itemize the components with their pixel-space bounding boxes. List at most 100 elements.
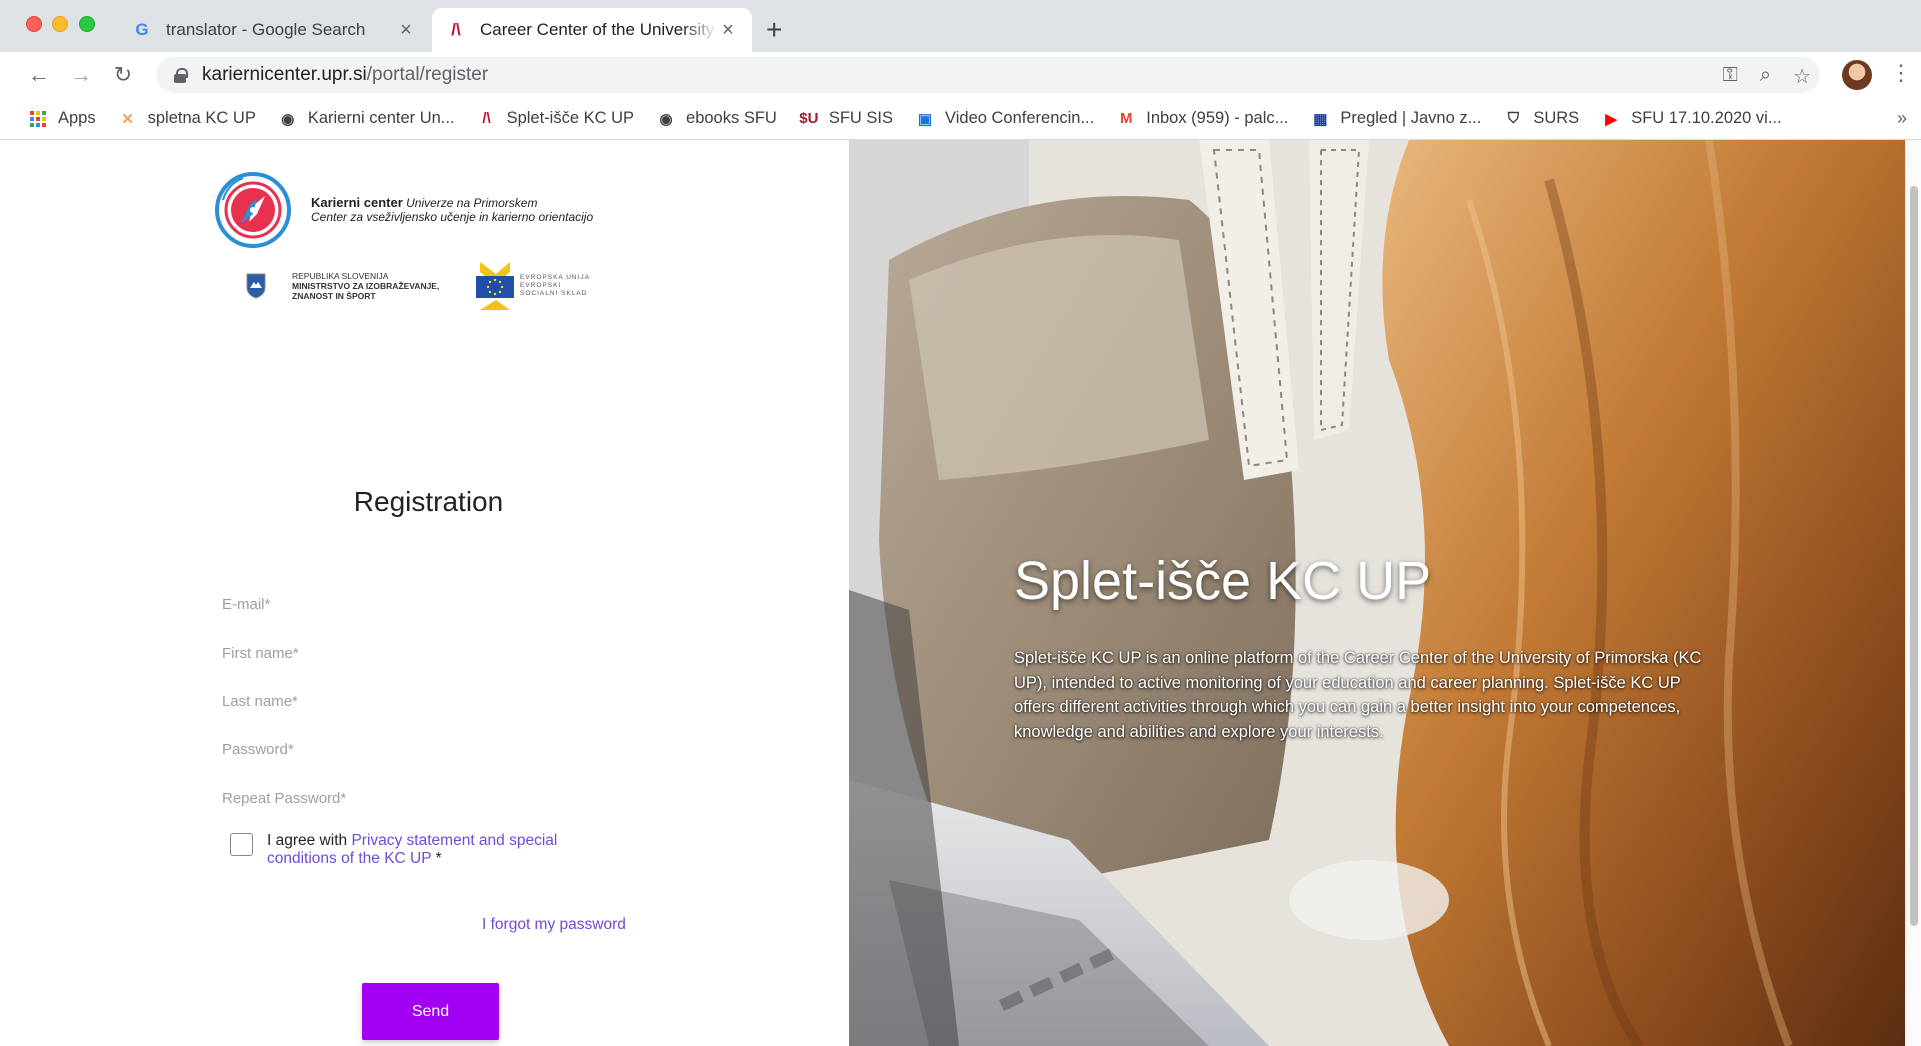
bookmark-ebooks-sfu[interactable]: ◉ ebooks SFU: [656, 109, 777, 129]
bookmark-label: Karierni center Un...: [307, 109, 455, 127]
hero-description: Splet-išče KC UP is an online platform o…: [1014, 649, 1702, 741]
sfu-icon: $U: [799, 110, 819, 127]
close-tab-icon[interactable]: ×: [396, 19, 416, 42]
tab-title: translator - Google Search: [166, 20, 366, 39]
reload-icon[interactable]: ↻: [108, 60, 138, 90]
bookmark-sfu-video[interactable]: ▶ SFU 17.10.2020 vi...: [1601, 109, 1781, 129]
bookmark-splet-isce[interactable]: /\ Splet-išče KC UP: [477, 109, 634, 129]
bookmark-label: Inbox (959) - palc...: [1146, 109, 1289, 127]
close-window-button[interactable]: [26, 16, 42, 32]
send-button[interactable]: Send: [362, 983, 499, 1040]
maximize-window-button[interactable]: [79, 16, 95, 32]
tab-strip: G translator - Google Search × /\ Career…: [0, 0, 1921, 52]
logo-tagline: Center za vseživljensko učenje in karier…: [311, 210, 594, 224]
bookmarks-bar: Apps ✕ spletna KC UP ◉ Karierni center U…: [0, 98, 1921, 140]
apps-grid-icon: [28, 109, 48, 129]
eu-line-3: SOCIALNI SKLAD: [520, 290, 588, 297]
agree-text: I agree with Privacy statement and speci…: [267, 832, 627, 868]
ministry-text: REPUBLIKA SLOVENIJA MINISTRSTVO ZA IZOBR…: [292, 271, 462, 301]
bookmark-label: Splet-išče KC UP: [506, 109, 635, 127]
kc-web-icon: ✕: [121, 110, 134, 128]
tab-title: Career Center of the University of Primo…: [480, 20, 718, 39]
url-path: /portal/register: [366, 64, 489, 85]
minimize-window-button[interactable]: [52, 16, 68, 32]
zoom-icon[interactable]: ⌕: [1760, 64, 1771, 89]
bookmark-label: ebooks SFU: [686, 109, 777, 127]
eu-flag-icon: ▦: [1313, 110, 1328, 128]
new-tab-button[interactable]: +: [766, 14, 782, 46]
ministry-line-1: REPUBLIKA SLOVENIJA: [292, 271, 389, 281]
tab-google-search[interactable]: G translator - Google Search ×: [118, 8, 430, 52]
browser-toolbar: ← → ↻ kariernicenter.upr.si/portal/regis…: [0, 52, 1921, 98]
logo-text: Karierni center Univerze na Primorskem C…: [311, 195, 594, 225]
bookmark-label: SFU SIS: [828, 109, 894, 127]
bookmark-apps[interactable]: Apps: [28, 109, 96, 129]
close-tab-icon[interactable]: ×: [718, 19, 738, 42]
google-icon: G: [135, 20, 149, 39]
bookmark-label: SFU 17.10.2020 vi...: [1631, 109, 1782, 127]
page-scrollbar[interactable]: [1905, 140, 1921, 1046]
bookmark-label: SURS: [1533, 109, 1580, 127]
karierni-center-logo: Karierni center Univerze na Primorskem C…: [213, 170, 593, 250]
forward-arrow-icon[interactable]: →: [66, 60, 96, 90]
ministry-line-3: ZNANOST IN ŠPORT: [292, 291, 376, 301]
agree-terms-row: I agree with Privacy statement and speci…: [230, 832, 627, 868]
agree-checkbox[interactable]: [230, 833, 253, 856]
bookmark-label: spletna KC UP: [147, 109, 256, 127]
kcup-logo-icon: /\: [482, 110, 491, 127]
key-icon[interactable]: ⚿: [1723, 64, 1738, 89]
scrollbar-thumb[interactable]: [1910, 186, 1918, 926]
password-field[interactable]: [222, 734, 642, 764]
tab-career-center[interactable]: /\ Career Center of the University of Pr…: [432, 8, 752, 52]
bookmark-sfu-sis[interactable]: $U SFU SIS: [799, 109, 893, 129]
hero-image-panel: Splet-išče KC UP Splet-išče KC UP is an …: [849, 140, 1913, 1046]
ministry-line-2: MINISTRSTVO ZA IZOBRAŽEVANJE,: [292, 281, 440, 291]
browser-chrome: G translator - Google Search × /\ Career…: [0, 0, 1921, 140]
bookmark-spletna-kc-up[interactable]: ✕ spletna KC UP: [118, 109, 256, 129]
bookmark-label: Pregled | Javno z...: [1340, 109, 1482, 127]
omnibox-actions: ⚿ ⌕ ☆: [1723, 64, 1811, 89]
agree-suffix: *: [431, 850, 442, 867]
first-name-field[interactable]: [222, 638, 642, 668]
back-arrow-icon[interactable]: ←: [24, 60, 54, 90]
slovenia-crest-icon: [246, 273, 266, 299]
address-bar[interactable]: kariernicenter.upr.si/portal/register: [156, 57, 1820, 93]
repeat-password-field[interactable]: [222, 783, 642, 813]
bookmark-surs[interactable]: ⛉ SURS: [1503, 109, 1579, 129]
eu-flag-icon: [476, 262, 514, 310]
partner-logos: REPUBLIKA SLOVENIJA MINISTRSTVO ZA IZOBR…: [246, 260, 590, 312]
eu-line-1: EVROPSKA UNIJA: [520, 274, 590, 281]
last-name-field[interactable]: [222, 686, 642, 716]
gmail-icon: M: [1119, 110, 1133, 127]
bookmark-karierni-center[interactable]: ◉ Karierni center Un...: [278, 109, 455, 129]
globe-icon: ◉: [281, 110, 295, 128]
profile-avatar[interactable]: [1842, 60, 1872, 90]
eu-line-2: EVROPSKI: [520, 282, 562, 289]
bookmark-video-conferencing[interactable]: ▣ Video Conferencin...: [915, 109, 1094, 129]
star-icon[interactable]: ☆: [1793, 64, 1811, 89]
eu-social-fund-logo: EVROPSKA UNIJA EVROPSKI SOCIALNI SKLAD: [476, 260, 590, 312]
lock-icon: [174, 68, 188, 83]
globe-icon: ◉: [659, 110, 673, 128]
more-menu-icon[interactable]: ⋮: [1890, 60, 1912, 86]
forgot-password-link[interactable]: I forgot my password: [482, 916, 626, 934]
logo-brand: Karierni center: [311, 195, 403, 210]
page-title: Registration: [353, 486, 504, 517]
registration-panel: Karierni center Univerze na Primorskem C…: [8, 140, 849, 1046]
video-icon: ▣: [917, 110, 933, 128]
agree-prefix: I agree with: [267, 832, 352, 849]
bookmarks-overflow-icon[interactable]: »: [1897, 108, 1907, 129]
url-host: kariernicenter.upr.si: [202, 64, 367, 85]
surs-icon: ⛉: [1507, 110, 1519, 127]
kcup-logo-icon: /\: [451, 20, 461, 39]
bookmark-inbox[interactable]: M Inbox (959) - palc...: [1116, 109, 1288, 129]
bookmark-label: Apps: [58, 109, 96, 127]
bookmark-pregled[interactable]: ▦ Pregled | Javno z...: [1310, 109, 1481, 129]
email-field[interactable]: [222, 589, 642, 619]
eu-text: EVROPSKA UNIJA EVROPSKI SOCIALNI SKLAD: [520, 274, 590, 298]
logo-brand-tail: Univerze na Primorskem: [406, 196, 538, 210]
youtube-icon: ▶: [1605, 110, 1617, 128]
compass-logo-icon: [215, 172, 291, 248]
page-content: Karierni center Univerze na Primorskem C…: [8, 140, 1913, 1046]
hero-title: Splet-išče KC UP: [1014, 551, 1432, 611]
